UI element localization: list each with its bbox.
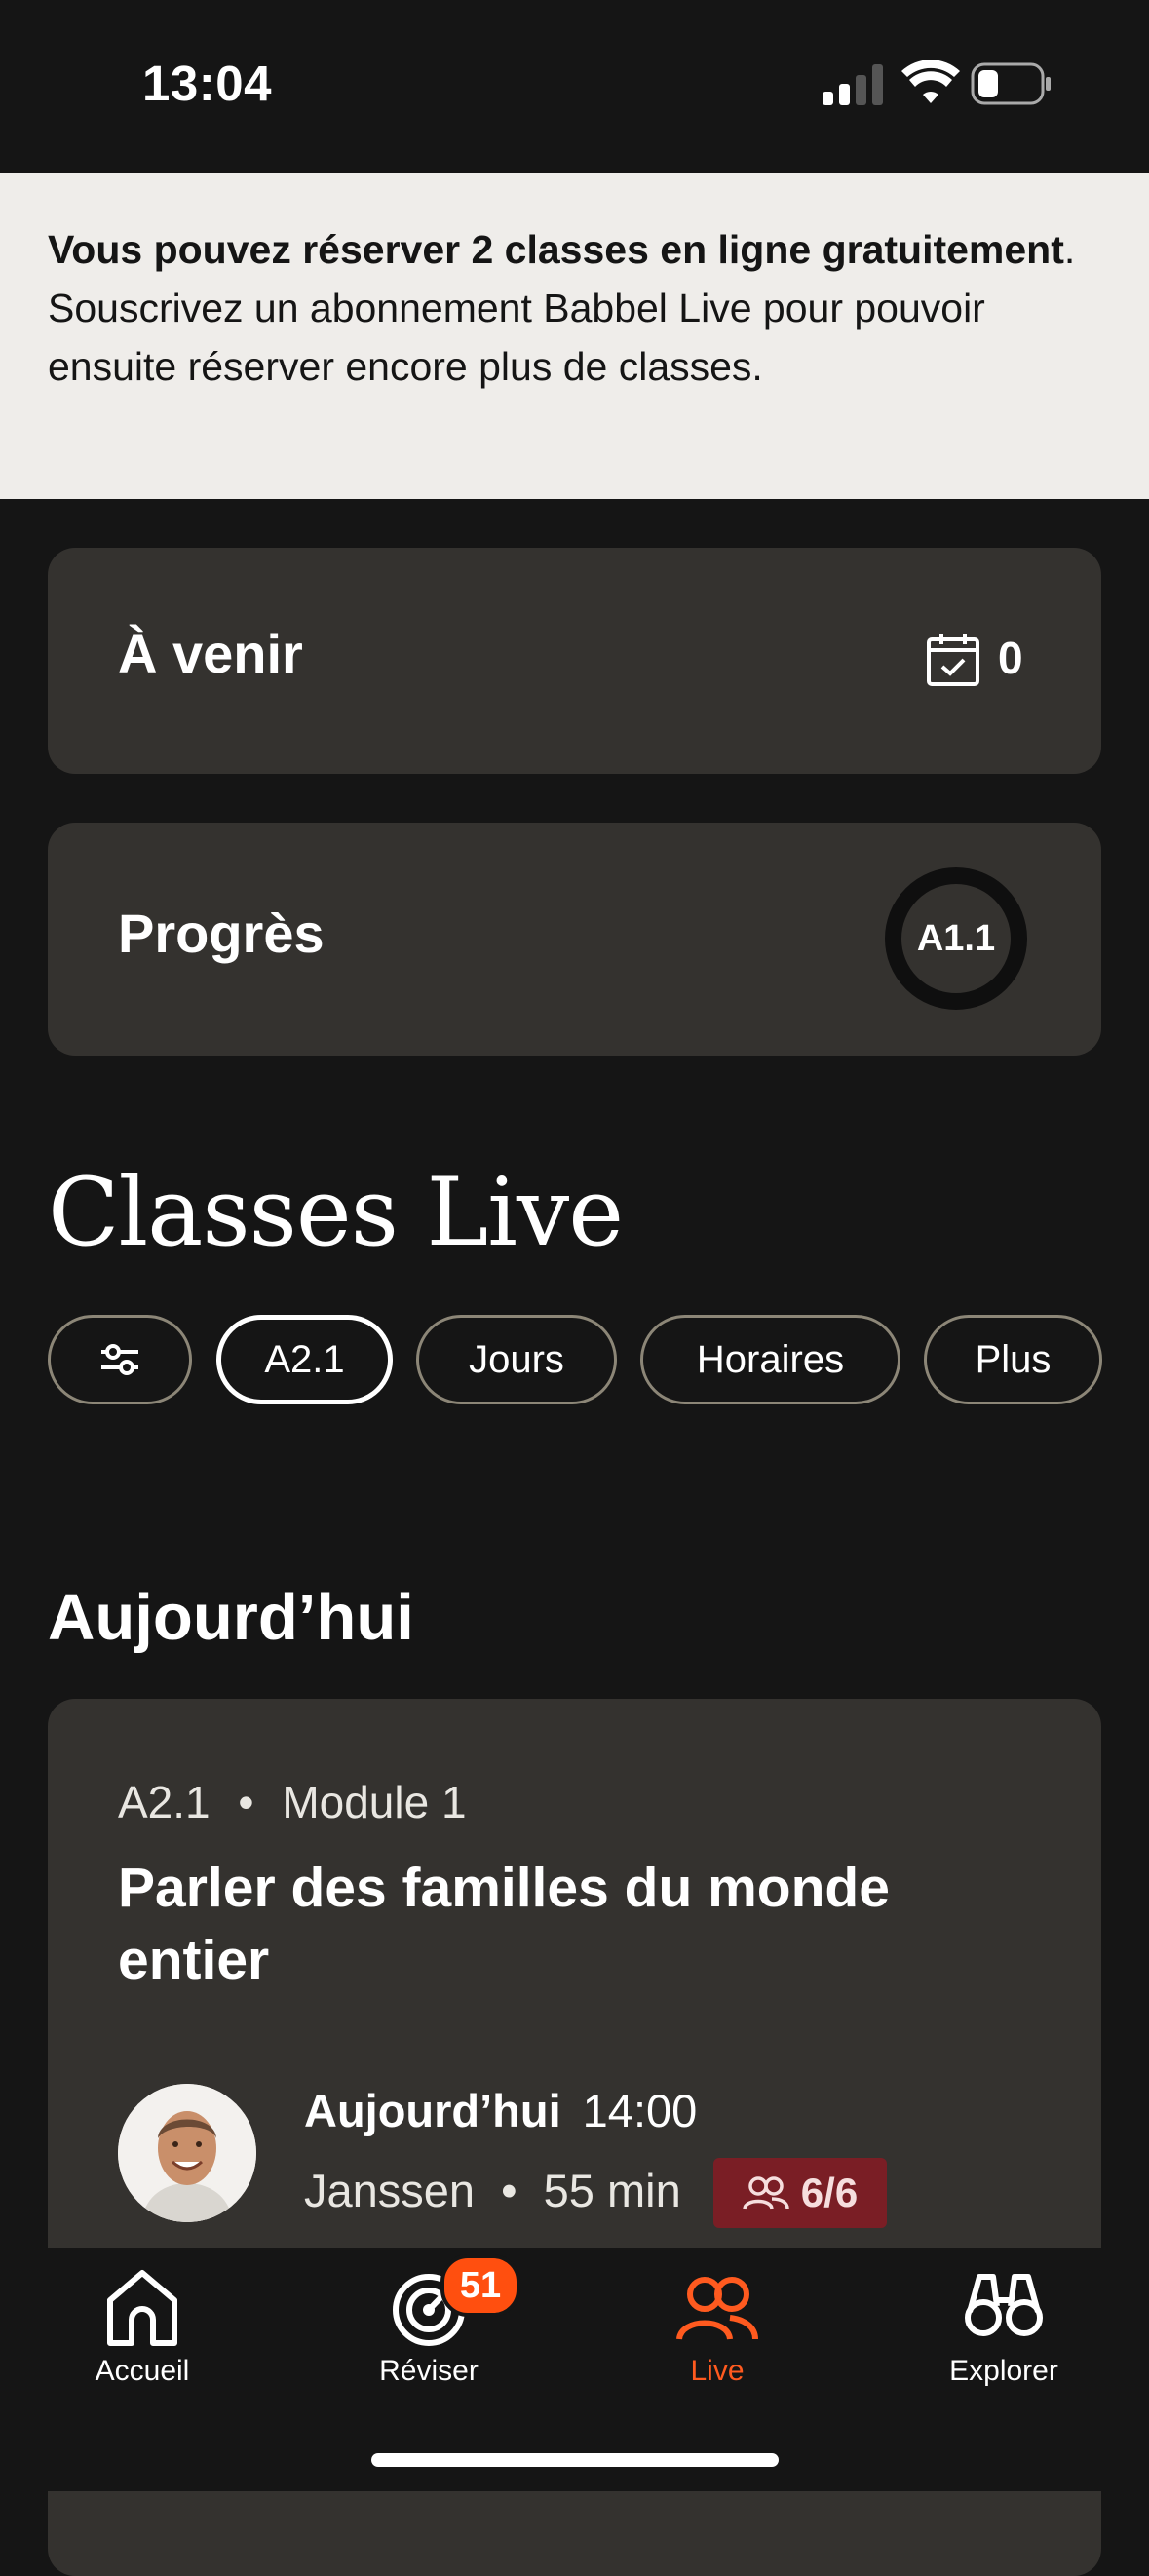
upcoming-count: 0: [998, 633, 1023, 683]
teacher-avatar: [118, 2084, 256, 2222]
class-teacher-line: Janssen • 55 min: [304, 2164, 681, 2217]
filter-chip-hours[interactable]: Horaires: [640, 1315, 900, 1404]
classes-live-title: Classes Live: [48, 1158, 624, 1267]
progress-title: Progrès: [118, 903, 325, 964]
calendar-check-icon: [927, 634, 979, 686]
tab-live[interactable]: Live: [600, 2261, 834, 2398]
class-title: Parler des familles du monde entier: [118, 1857, 890, 1991]
level-label: A1.1: [916, 917, 996, 959]
tab-live-label: Live: [690, 2355, 745, 2387]
meta-separator: •: [238, 1777, 254, 1827]
cellular-signal-icon: [823, 64, 883, 105]
tab-home[interactable]: Accueil: [25, 2261, 259, 2398]
tab-explore[interactable]: Explorer: [887, 2261, 1121, 2398]
banner-bold-text: Vous pouvez réserver 2 classes en ligne …: [48, 227, 1064, 272]
sliders-icon: [101, 1344, 138, 1375]
tab-review-label: Réviser: [379, 2355, 479, 2387]
wifi-icon: [901, 60, 960, 103]
class-meta: A2.1 • Module 1: [118, 1776, 467, 1828]
level-progress-ring: A1.1: [885, 867, 1027, 1010]
filter-chip-more[interactable]: Plus: [924, 1315, 1102, 1404]
class-day: Aujourd’hui: [304, 2085, 561, 2136]
filter-chip-days[interactable]: Jours: [416, 1315, 617, 1404]
banner-text: Vous pouvez réserver 2 classes en ligne …: [48, 220, 1100, 396]
battery-icon: [971, 62, 1051, 105]
teacher-name: Janssen: [304, 2165, 476, 2216]
tab-home-label: Accueil: [95, 2355, 190, 2387]
binoculars-icon: [965, 2274, 1043, 2336]
home-icon: [107, 2270, 177, 2346]
class-start-time: 14:00: [582, 2085, 698, 2136]
people-icon: [676, 2277, 758, 2340]
class-time: Aujourd’hui 14:00: [304, 2084, 697, 2137]
review-count-badge: 51: [440, 2254, 520, 2317]
people-icon: [743, 2176, 789, 2210]
class-level: A2.1: [118, 1777, 211, 1827]
upcoming-title: À venir: [118, 623, 303, 684]
class-duration: 55 min: [543, 2165, 681, 2216]
class-module: Module 1: [282, 1777, 467, 1827]
filter-settings-button[interactable]: [48, 1315, 192, 1404]
tab-explore-label: Explorer: [949, 2355, 1058, 2387]
seats-count: 6/6: [800, 2170, 859, 2215]
status-time: 13:04: [142, 56, 272, 111]
filter-chip-level[interactable]: A2.1: [216, 1315, 393, 1404]
today-heading: Aujourd’hui: [48, 1581, 414, 1654]
seats-badge: 6/6: [713, 2158, 887, 2228]
home-indicator[interactable]: [371, 2453, 779, 2467]
teacher-separator: •: [501, 2165, 517, 2216]
